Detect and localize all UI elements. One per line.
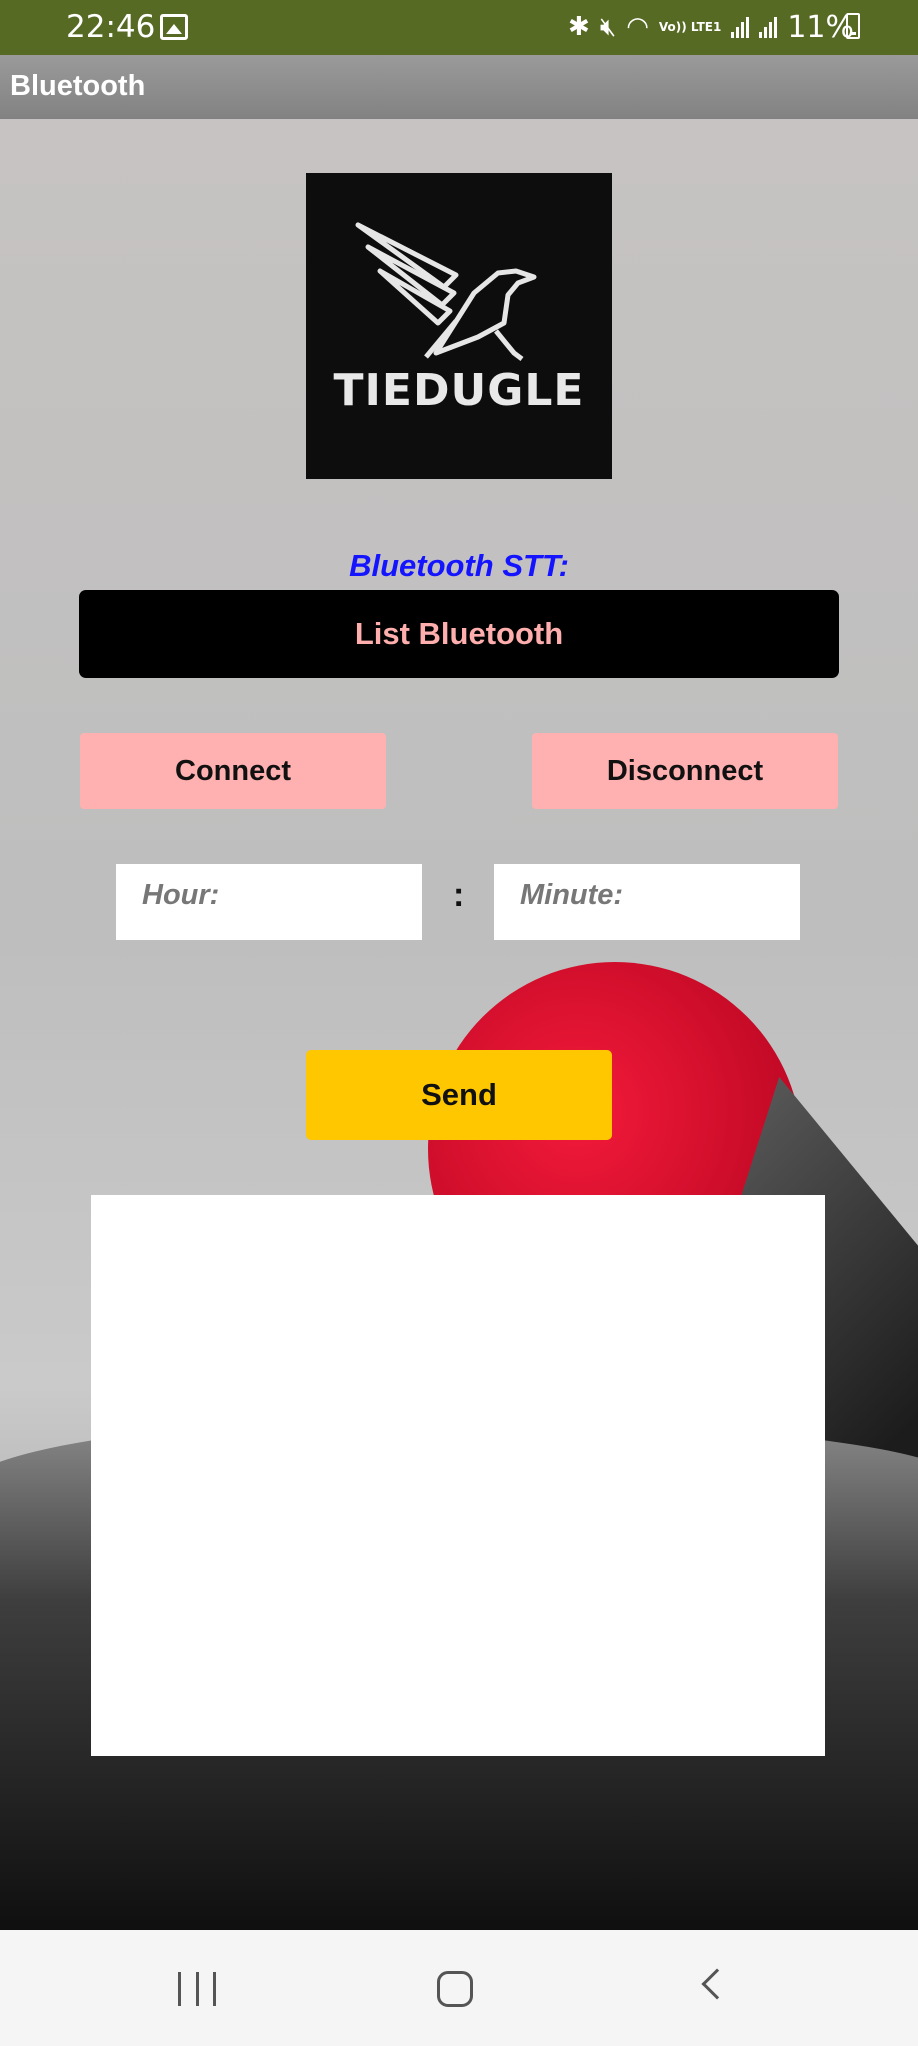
disconnect-button[interactable]: Disconnect bbox=[532, 733, 838, 809]
hour-input[interactable] bbox=[116, 864, 422, 940]
wifi-icon: ◠ bbox=[626, 12, 649, 42]
list-bluetooth-button[interactable]: List Bluetooth bbox=[79, 590, 839, 678]
bluetooth-stt-label: Bluetooth STT: bbox=[349, 548, 569, 583]
mute-icon: 🔇︎ bbox=[599, 12, 617, 42]
gallery-icon bbox=[160, 14, 188, 40]
bluetooth-icon: ✱ bbox=[568, 12, 590, 42]
status-icons: ✱ 🔇︎ ◠ Vo)) LTE1 11% bbox=[568, 9, 854, 45]
battery-percent: 11% bbox=[787, 9, 854, 45]
home-icon[interactable] bbox=[437, 1971, 473, 2007]
status-bar: 22:46 ✱ 🔇︎ ◠ Vo)) LTE1 11% bbox=[0, 0, 918, 55]
minute-input[interactable] bbox=[494, 864, 800, 940]
logo: TIEDUGLE bbox=[306, 173, 612, 479]
signal-icon bbox=[759, 16, 778, 38]
network-type-label: Vo)) LTE1 bbox=[658, 19, 722, 34]
logo-text: TIEDUGLE bbox=[333, 365, 585, 416]
send-button[interactable]: Send bbox=[306, 1050, 612, 1140]
status-time: 22:46 bbox=[66, 9, 156, 45]
back-icon[interactable] bbox=[701, 1968, 733, 2000]
signal-icon bbox=[731, 16, 750, 38]
app-bar: Bluetooth bbox=[0, 55, 918, 119]
page-title: Bluetooth bbox=[10, 70, 146, 102]
output-text-area[interactable] bbox=[91, 1195, 825, 1756]
battery-charging-icon bbox=[846, 13, 860, 39]
time-separator: : bbox=[453, 876, 465, 914]
navigation-bar bbox=[0, 1930, 918, 2046]
connect-button[interactable]: Connect bbox=[80, 733, 386, 809]
eagle-icon bbox=[355, 222, 537, 361]
recents-icon[interactable] bbox=[178, 1972, 216, 2006]
